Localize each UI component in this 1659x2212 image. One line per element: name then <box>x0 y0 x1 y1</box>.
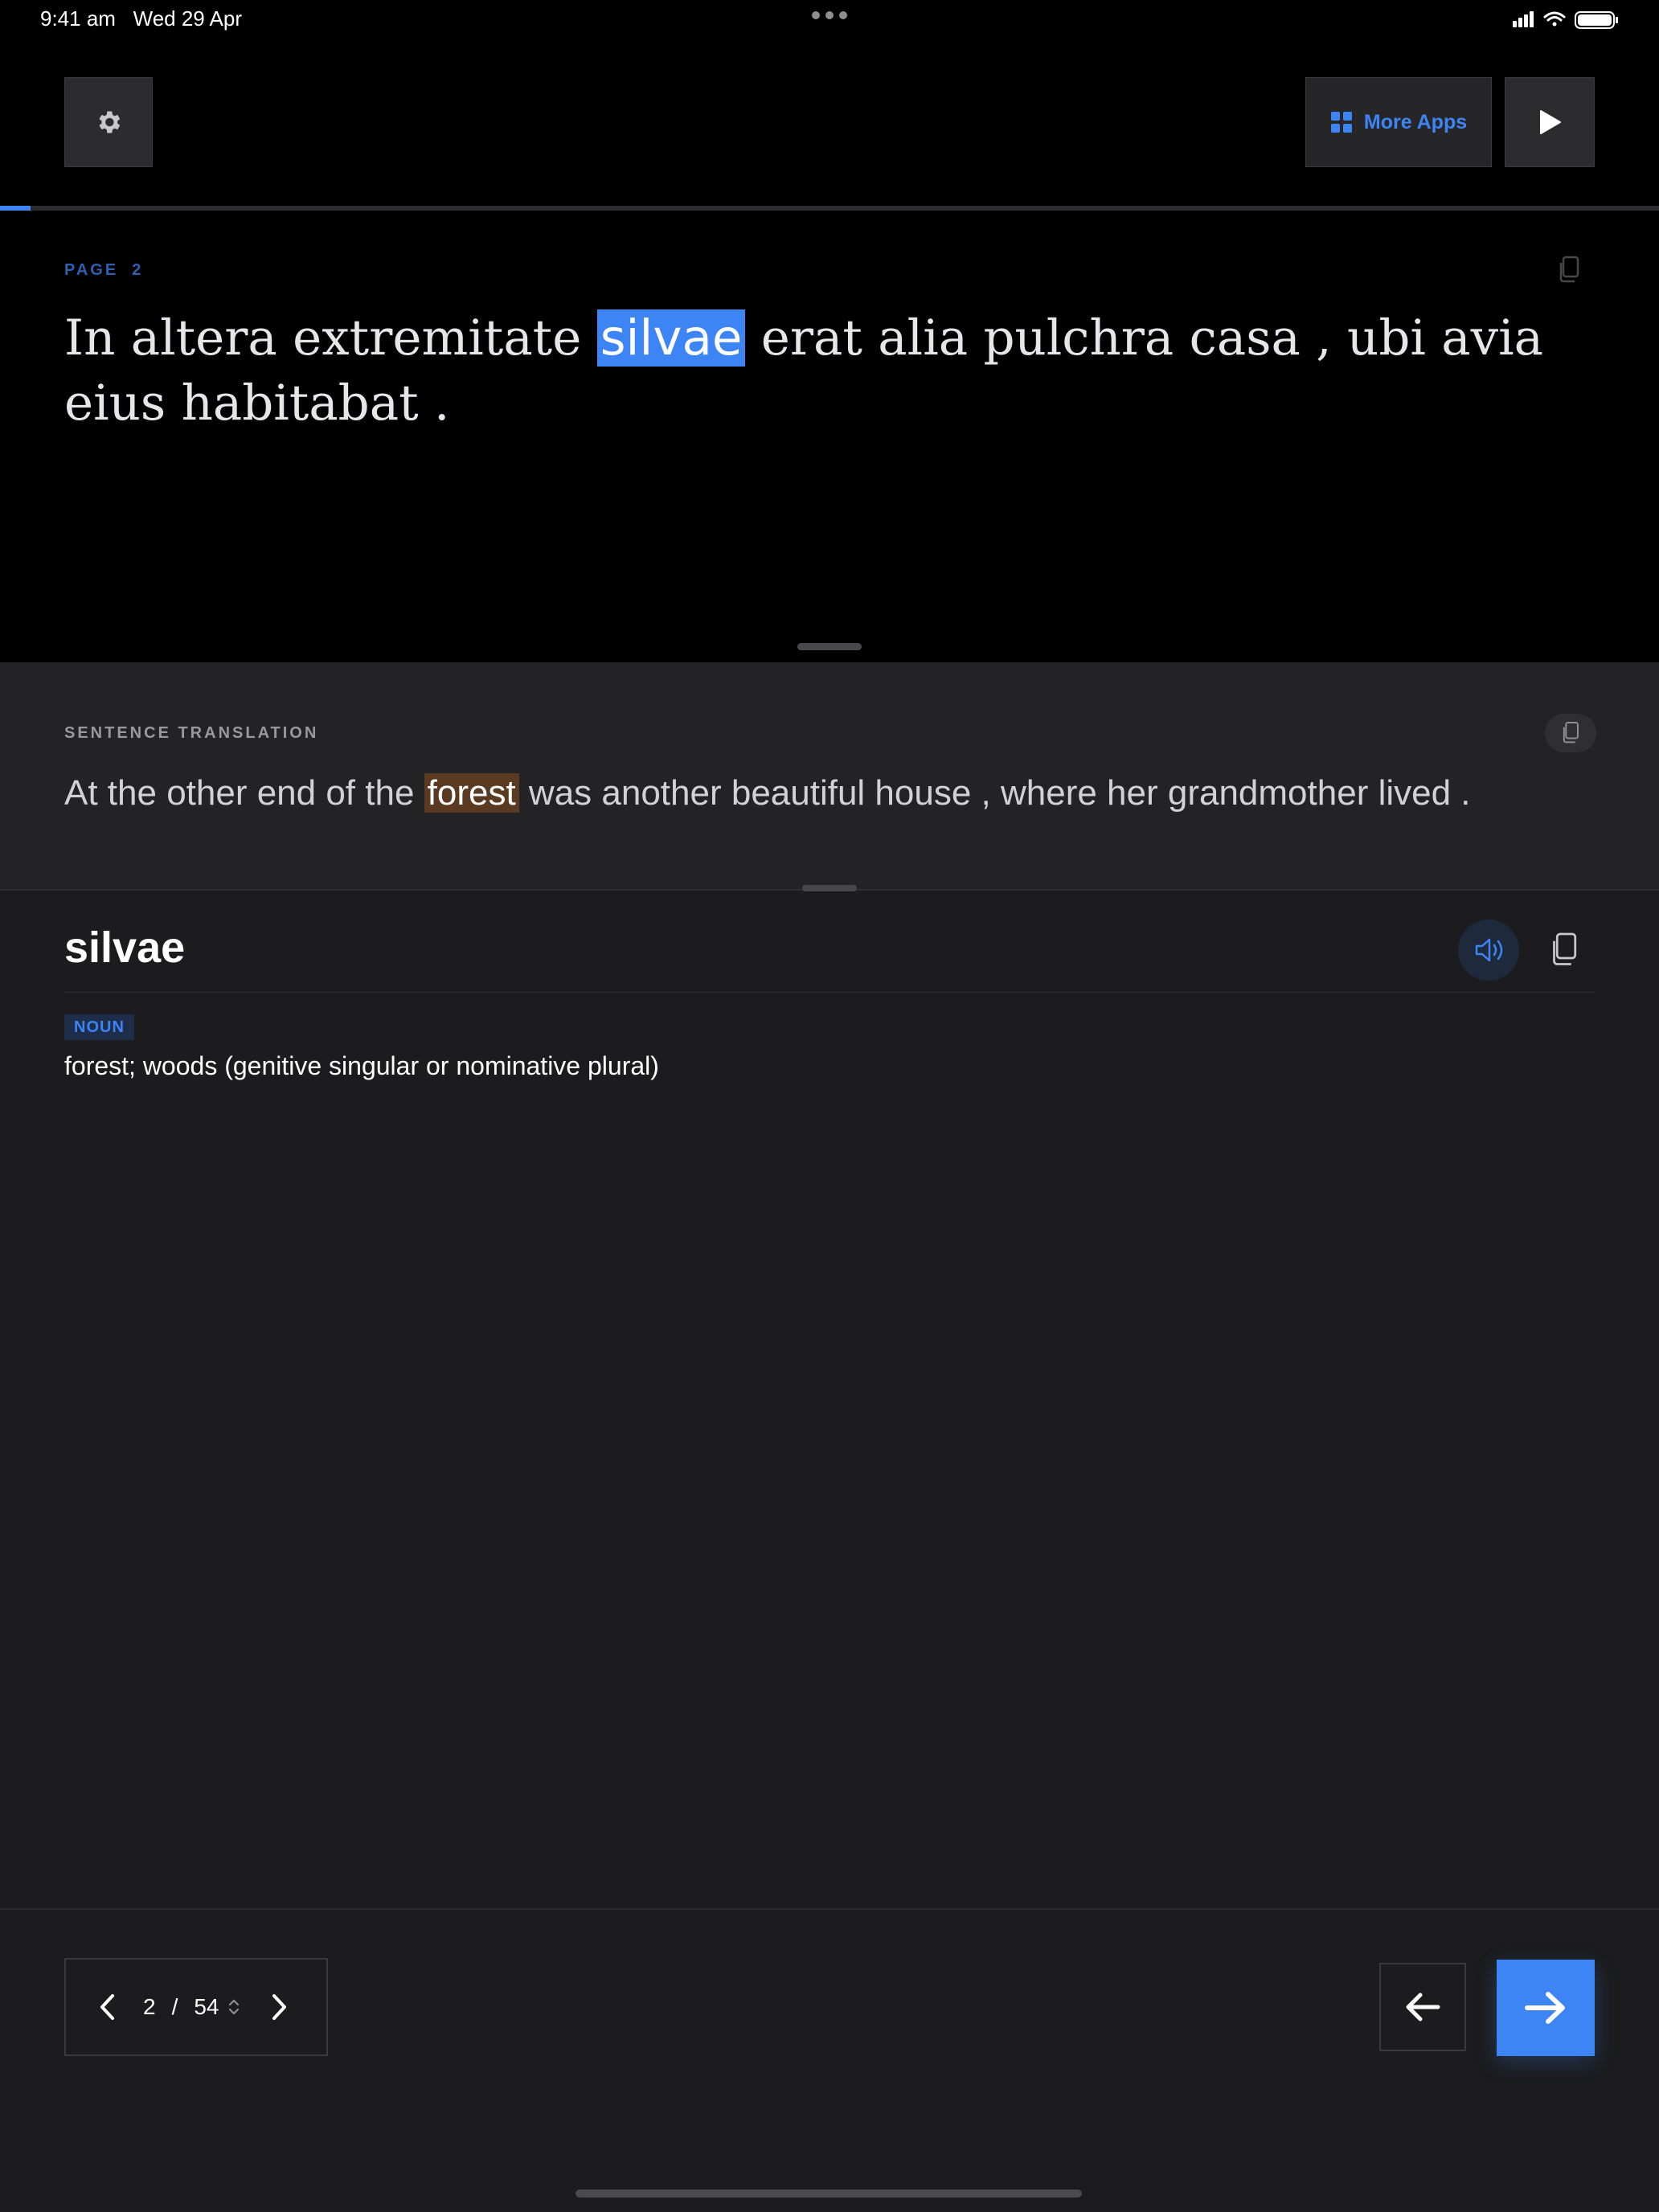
speaker-icon <box>1475 938 1503 962</box>
pronounce-button[interactable] <box>1458 920 1519 981</box>
chevron-right-icon <box>272 1994 286 2020</box>
status-time: 9:41 am <box>40 6 116 31</box>
arrow-right-icon <box>1525 1992 1565 2024</box>
more-apps-button[interactable]: More Apps <box>1305 77 1492 167</box>
play-icon <box>1540 110 1561 134</box>
page-selector: 2 / 54 <box>64 1958 328 2056</box>
current-page[interactable]: 2 <box>143 1994 156 2020</box>
status-time-date: 9:41 am Wed 29 Apr <box>40 6 242 31</box>
grid-icon <box>1330 112 1352 133</box>
arrow-left-icon <box>1406 1993 1440 2022</box>
panel-drag-handle[interactable] <box>797 643 862 650</box>
divider <box>0 1908 1659 1910</box>
reading-panel <box>0 211 1659 662</box>
page-separator: / <box>171 1994 178 2019</box>
latin-sentence: In altera extremitate silvae erat alia p… <box>64 305 1591 436</box>
next-page-button[interactable] <box>264 1987 293 2027</box>
word-headword: silvae <box>64 924 186 972</box>
copy-icon[interactable] <box>1556 256 1582 285</box>
translation-highlighted-word: forest <box>424 773 519 813</box>
chevron-up-down-icon[interactable] <box>226 1996 242 2018</box>
status-date: Wed 29 Apr <box>133 6 243 31</box>
more-apps-label: More Apps <box>1363 110 1468 133</box>
word-copy-button[interactable] <box>1538 924 1590 976</box>
multitasking-dots-icon[interactable] <box>812 11 847 23</box>
total-pages: 54 <box>194 1994 219 2019</box>
gear-icon <box>99 111 121 133</box>
back-button[interactable] <box>1379 1963 1466 2051</box>
wifi-icon <box>1543 11 1566 27</box>
previous-page-button[interactable] <box>93 1987 122 2027</box>
word-definition: forest; woods (genitive singular or nomi… <box>64 1051 659 1080</box>
forward-button[interactable] <box>1497 1960 1595 2056</box>
page-label: PAGE 2 <box>64 261 144 279</box>
cellular-signal-icon <box>1513 11 1534 27</box>
copy-icon <box>1563 721 1579 743</box>
translation-text-before: At the other end of the <box>64 773 424 813</box>
status-icons <box>1513 11 1618 29</box>
play-button[interactable] <box>1505 77 1595 167</box>
divider <box>64 992 1595 993</box>
translation-sentence: At the other end of the forest was anoth… <box>64 764 1608 823</box>
translation-copy-button[interactable] <box>1545 714 1596 752</box>
chevron-left-icon <box>100 1994 114 2020</box>
selected-word[interactable]: silvae <box>596 309 746 367</box>
part-of-speech-badge: NOUN <box>64 1014 134 1040</box>
panel-drag-handle[interactable] <box>802 885 857 891</box>
latin-text-before[interactable]: In altera extremitate <box>64 309 597 367</box>
translation-text-after: was another beautiful house , where her … <box>518 773 1471 813</box>
translation-label: SENTENCE TRANSLATION <box>64 724 319 742</box>
home-indicator[interactable] <box>576 2189 1082 2198</box>
copy-icon <box>1553 932 1577 965</box>
battery-icon <box>1575 11 1618 29</box>
settings-button[interactable] <box>64 77 153 167</box>
